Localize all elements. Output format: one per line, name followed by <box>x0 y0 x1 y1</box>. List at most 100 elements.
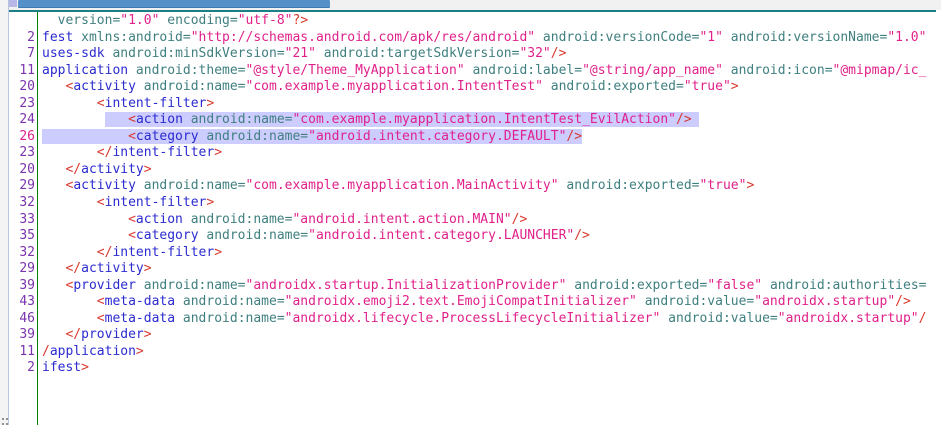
code-text[interactable]: /application> <box>38 344 941 361</box>
token-txt <box>42 327 65 342</box>
code-line: 2ifest> <box>9 360 941 377</box>
token-attr: xmlns:android= <box>81 30 191 45</box>
scrollbar-thumb[interactable] <box>18 0 330 8</box>
token-txt <box>637 294 645 309</box>
token-txt <box>535 30 543 45</box>
panel-splitter[interactable] <box>0 0 9 425</box>
token-attr: android:name= <box>206 228 308 243</box>
token-tag: activity <box>73 178 136 193</box>
code-text[interactable]: fest xmlns:android="http://schemas.andro… <box>38 30 941 47</box>
code-text[interactable]: <activity android:name="com.example.myap… <box>38 178 941 195</box>
token-val: "androidx.startup" <box>778 311 919 326</box>
code-text[interactable]: <category android:name="android.intent.c… <box>38 228 941 245</box>
token-val: "android.intent.category.DEFAULT" <box>308 129 566 144</box>
line-number: 2 <box>9 30 38 47</box>
code-editor[interactable]: version="1.0" encoding="utf-8"?>2fest xm… <box>9 12 941 425</box>
line-number: 2 <box>9 360 38 377</box>
token-txt <box>183 212 191 227</box>
token-d: </ <box>65 261 81 276</box>
token-tag: activity <box>81 162 144 177</box>
token-d: / <box>919 311 927 326</box>
token-tag: category <box>136 129 199 144</box>
token-txt <box>128 63 136 78</box>
token-attr: android:authorities= <box>770 278 927 293</box>
code-text[interactable]: <action android:name="android.intent.act… <box>38 212 941 229</box>
token-txt <box>73 30 81 45</box>
code-text[interactable]: <intent-filter> <box>38 195 941 212</box>
token-d: > <box>746 178 754 193</box>
token-tag: provider <box>73 278 136 293</box>
splitter-grip-icon[interactable] <box>2 418 4 420</box>
code-line: version="1.0" encoding="utf-8"?> <box>9 13 941 30</box>
token-d: / <box>42 344 50 359</box>
code-text[interactable]: </intent-filter> <box>38 245 941 262</box>
token-attr: android:label= <box>472 63 582 78</box>
line-number: 24 <box>9 112 38 129</box>
token-txt <box>723 63 731 78</box>
token-val: "@mipmap/ic_ <box>833 63 927 78</box>
line-number: 29 <box>9 178 38 195</box>
code-text[interactable]: application android:theme="@style/Theme_… <box>38 63 941 80</box>
token-val: "utf-8" <box>238 13 293 28</box>
code-text[interactable]: <provider android:name="androidx.startup… <box>38 278 941 295</box>
code-text[interactable]: <meta-data android:name="androidx.emoji2… <box>38 294 941 311</box>
token-val: "false" <box>707 278 762 293</box>
scrollbar-button[interactable] <box>8 0 17 7</box>
token-txt <box>42 228 128 243</box>
code-text[interactable]: <meta-data android:name="androidx.lifecy… <box>38 311 941 328</box>
token-tag: intent-filter <box>105 96 207 111</box>
code-text[interactable]: </intent-filter> <box>38 145 941 162</box>
code-line: 39 <provider android:name="androidx.star… <box>9 278 941 295</box>
token-txt <box>42 162 65 177</box>
token-attr: android:name= <box>144 178 246 193</box>
code-text[interactable]: <action android:name="com.example.myappl… <box>38 112 941 129</box>
token-val: "androidx.startup" <box>754 294 895 309</box>
code-text[interactable]: ifest> <box>38 360 941 377</box>
token-txt <box>42 79 65 94</box>
token-d: > <box>214 145 222 160</box>
token-val: "@style/Theme_MyApplication" <box>246 63 465 78</box>
code-text[interactable]: <activity android:name="com.example.myap… <box>38 79 941 96</box>
token-tag: intent-filter <box>105 195 207 210</box>
token-d: < <box>97 294 105 309</box>
token-val: "http://schemas.android.com/apk/res/andr… <box>191 30 535 45</box>
code-line: 20 <activity android:name="com.example.m… <box>9 79 941 96</box>
code-text[interactable]: </activity> <box>38 261 941 278</box>
token-val: "32" <box>519 46 550 61</box>
code-text[interactable]: uses-sdk android:minSdkVersion="21" andr… <box>38 46 941 63</box>
code-text[interactable]: version="1.0" encoding="utf-8"?> <box>38 13 941 30</box>
token-txt <box>136 178 144 193</box>
code-line: 20 </activity> <box>9 162 941 179</box>
token-tag: meta-data <box>105 311 175 326</box>
token-d: </ <box>97 145 113 160</box>
token-val: "@string/app_name" <box>582 63 723 78</box>
token-d: > <box>206 195 214 210</box>
token-val: "com.example.myapplication.IntentTest" <box>246 79 543 94</box>
token-attr: android:name= <box>191 212 293 227</box>
token-attr: android:targetSdkVersion= <box>324 46 520 61</box>
code-text[interactable]: <category android:name="android.intent.c… <box>38 129 941 146</box>
line-number: 26 <box>9 129 38 146</box>
token-txt <box>42 13 58 28</box>
token-attr: version= <box>58 13 121 28</box>
token-tag: application <box>50 344 136 359</box>
code-text[interactable]: </provider> <box>38 327 941 344</box>
token-d: ?> <box>293 13 309 28</box>
line-number: 20 <box>9 79 38 96</box>
token-txt <box>105 112 128 127</box>
code-line: 11/application> <box>9 344 941 361</box>
token-val: "true" <box>684 79 731 94</box>
code-line: 29 </activity> <box>9 261 941 278</box>
code-line: 11application android:theme="@style/Them… <box>9 63 941 80</box>
token-val: "21" <box>285 46 316 61</box>
token-val: "androidx.emoji2.text.EmojiCompatInitial… <box>285 294 637 309</box>
token-d: < <box>97 195 105 210</box>
code-text[interactable]: <intent-filter> <box>38 96 941 113</box>
token-txt <box>42 96 97 111</box>
code-line: 24 <action android:name="com.example.mya… <box>9 112 941 129</box>
code-line: 23 </intent-filter> <box>9 145 941 162</box>
token-txt <box>42 195 97 210</box>
code-text[interactable]: </activity> <box>38 162 941 179</box>
token-d: < <box>97 311 105 326</box>
code-line: 32 </intent-filter> <box>9 245 941 262</box>
